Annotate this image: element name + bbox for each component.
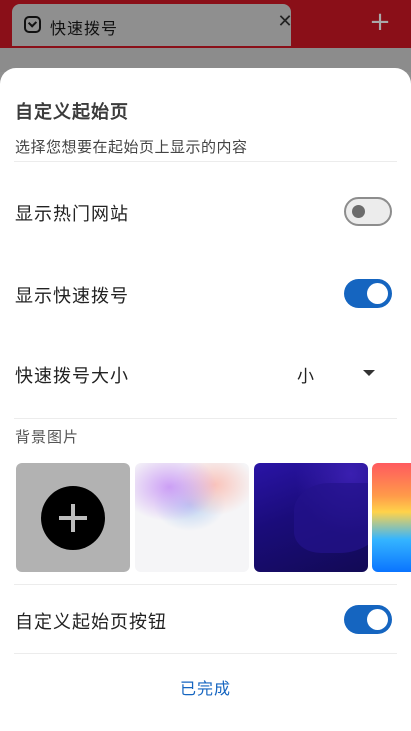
customize-start-page-sheet: 自定义起始页 选择您想要在起始页上显示的内容 显示热门网站 显示快速拨号 快速拨… (0, 68, 411, 731)
background-option-deep-purple[interactable] (254, 463, 368, 572)
tab-close-icon[interactable]: ✕ (276, 13, 294, 31)
divider (14, 418, 397, 419)
dropdown-arrow-icon[interactable] (363, 370, 375, 376)
background-option-soft-gradient[interactable] (135, 463, 249, 572)
speed-dial-size-value[interactable]: 小 (297, 362, 314, 387)
background-images-label: 背景图片 (15, 428, 80, 446)
toggle-knob (352, 205, 365, 218)
divider (14, 653, 397, 654)
toggle-knob (367, 283, 388, 304)
sheet-subtitle: 选择您想要在起始页上显示的内容 (15, 138, 248, 156)
screen: 快速拨号 ✕ + 自定义起始页 选择您想要在起始页上显示的内容 显示热门网站 显… (0, 0, 411, 731)
custom-start-button-label: 自定义起始页按钮 (15, 612, 167, 633)
show-top-sites-toggle[interactable] (344, 197, 392, 226)
show-speed-dial-label: 显示快速拨号 (15, 286, 129, 307)
show-speed-dial-toggle[interactable] (344, 279, 392, 308)
done-button[interactable]: 已完成 (0, 675, 411, 699)
show-top-sites-label: 显示热门网站 (15, 204, 129, 225)
toggle-knob (367, 609, 388, 630)
add-background-button[interactable] (16, 463, 130, 572)
speed-dial-favicon-icon (24, 16, 41, 33)
divider (14, 161, 397, 162)
background-option-colorful[interactable] (372, 463, 411, 572)
plus-icon (41, 486, 105, 550)
new-tab-icon[interactable]: + (368, 9, 392, 35)
browser-tab-strip: 快速拨号 ✕ + (0, 0, 411, 48)
custom-start-button-toggle[interactable] (344, 605, 392, 634)
sheet-title: 自定义起始页 (15, 102, 129, 123)
tab-title: 快速拨号 (50, 19, 119, 38)
divider (14, 584, 397, 585)
browser-tab[interactable]: 快速拨号 ✕ (12, 4, 294, 46)
speed-dial-size-label: 快速拨号大小 (15, 366, 129, 387)
